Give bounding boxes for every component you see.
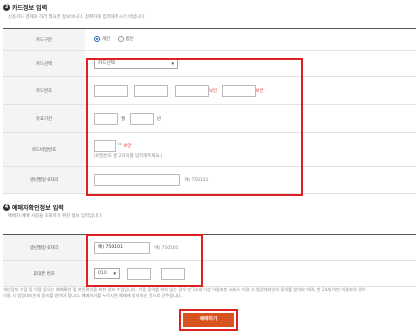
reserver-birth-label: 생년월일 6자리: [3, 234, 85, 261]
phone-row: 휴대폰 번호 010 ▾: [3, 260, 416, 287]
corporate-radio-label: 법인: [125, 37, 134, 43]
reserver-section-title: 4 예매자확인정보 입력: [3, 203, 64, 212]
note-line-2: 이용 시 법정대리인의 동의를 받아야 합니다. 예매하기를 누르시면 예매에 …: [3, 293, 183, 298]
section-number-badge: 4: [3, 204, 10, 211]
card-company-label: 카드선택: [3, 50, 85, 77]
birth-label: 생년월일 6자리: [3, 166, 85, 194]
reserver-info-table: 생년월일 6자리 예) 750101 예) 750101 휴대폰 번호 010 ▾: [3, 234, 416, 287]
section-number-badge: 3: [3, 4, 10, 11]
card-type-row: 카드구분 개인 법인: [3, 28, 416, 51]
reserve-button[interactable]: 예매하기: [183, 313, 234, 327]
reserver-fields-highlight: [86, 234, 203, 287]
password-label: 카드비밀번호: [3, 132, 85, 167]
expiry-label: 유효기간: [3, 104, 85, 133]
personal-radio[interactable]: [94, 36, 100, 43]
corporate-radio[interactable]: [117, 36, 124, 43]
phone-label: 휴대폰 번호: [3, 260, 85, 287]
card-section-title: 3 카드정보 입력: [3, 3, 47, 12]
card-fields-highlight: [86, 58, 303, 196]
card-type-field: 개인 법인: [85, 28, 416, 51]
card-number-label: 카드번호: [3, 76, 85, 105]
card-section-description: 신용카드 결제로 하려 필요한 정보이니다. 정확하게 입력해주시기 바랍니다.: [8, 15, 146, 20]
card-type-label: 카드구분: [3, 28, 85, 51]
personal-radio-label: 개인: [102, 37, 111, 43]
reserver-birth-row: 생년월일 6자리 예) 750101 예) 750101: [3, 234, 416, 261]
reserver-section-title-text: 예매자확인정보 입력: [12, 205, 64, 212]
privacy-notes: 개인정보 수집 및 이용 동의는 예매확인 및 본인확인을 위한 정보 수집입니…: [3, 287, 416, 299]
card-section-title-text: 카드정보 입력: [12, 5, 48, 12]
reserver-section-description: 예매자 예매 사항을 조회하기 위한 정보 입력입니다.: [8, 214, 103, 219]
